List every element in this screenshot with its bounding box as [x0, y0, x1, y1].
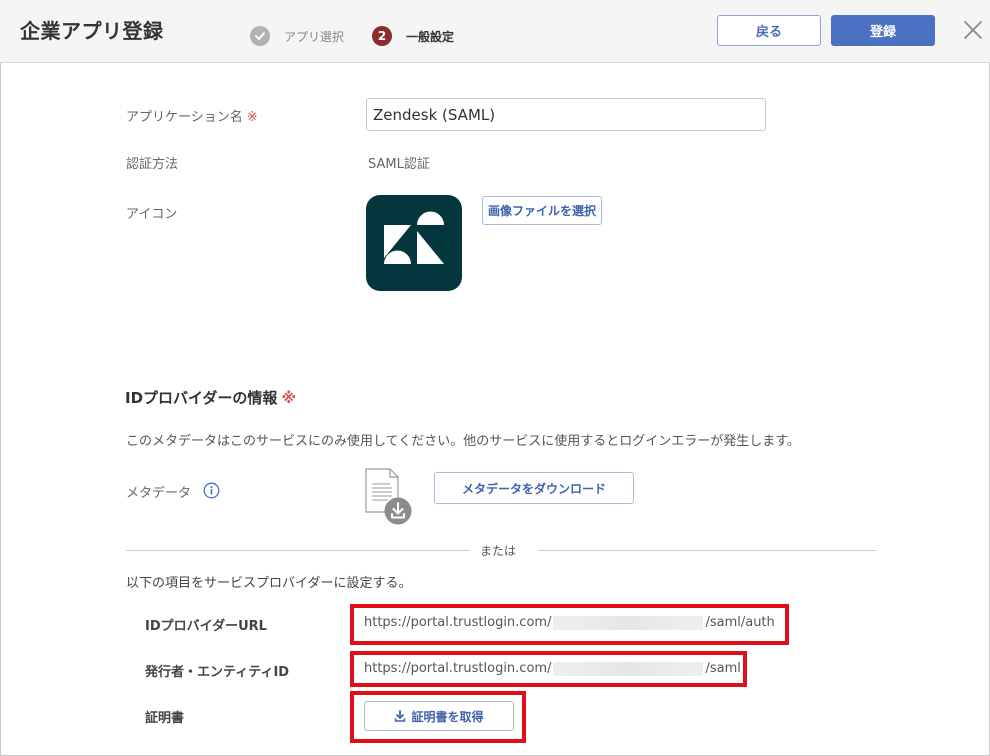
- metadata-label: メタデータ: [126, 486, 192, 501]
- register-button[interactable]: 登録: [831, 15, 935, 46]
- close-icon[interactable]: [961, 18, 985, 42]
- highlight-box: [350, 651, 747, 687]
- info-icon[interactable]: [203, 482, 220, 499]
- idp-section-title: IDプロバイダーの情報 ※: [125, 387, 296, 408]
- step-label: 一般設定: [406, 29, 455, 44]
- download-metadata-button[interactable]: メタデータをダウンロード: [434, 472, 634, 504]
- check-icon: [250, 26, 270, 46]
- sp-settings-subtitle: 以下の項目をサービスプロバイダーに設定する。: [126, 576, 412, 591]
- idp-description: このメタデータはこのサービスにのみ使用してください。他のサービスに使用するとログ…: [126, 434, 800, 449]
- back-button[interactable]: 戻る: [717, 15, 821, 46]
- certificate-label: 証明書: [145, 711, 185, 726]
- step-number: 2: [372, 26, 392, 46]
- or-label: または: [480, 544, 517, 558]
- divider: [126, 550, 470, 551]
- app-name-label-text: アプリケーション名: [126, 110, 243, 125]
- app-name-label: アプリケーション名 ※: [126, 106, 258, 125]
- step-app-select: アプリ選択: [250, 26, 344, 46]
- icon-label: アイコン: [126, 207, 178, 222]
- highlight-box: [350, 604, 789, 645]
- idp-section-title-text: IDプロバイダーの情報: [125, 389, 278, 407]
- document-download-icon: [362, 468, 414, 526]
- required-mark: ※: [281, 389, 297, 407]
- app-name-input[interactable]: [366, 98, 766, 131]
- auth-method-label: 認証方法: [126, 157, 179, 172]
- divider: [538, 550, 876, 551]
- highlight-box: [350, 691, 526, 743]
- zendesk-logo-icon: [366, 195, 462, 291]
- auth-method-value: SAML認証: [368, 157, 430, 172]
- step-general-settings: 2 一般設定: [372, 26, 454, 46]
- issuer-label: 発行者・エンティティID: [145, 665, 290, 680]
- required-mark: ※: [246, 110, 258, 125]
- dialog-header: 企業アプリ登録 アプリ選択 2 一般設定 戻る 登録: [0, 0, 990, 63]
- step-label: アプリ選択: [284, 29, 345, 44]
- page-title: 企業アプリ登録: [20, 19, 164, 43]
- choose-image-button[interactable]: 画像ファイルを選択: [482, 196, 602, 225]
- idp-url-label: IDプロバイダーURL: [145, 619, 267, 634]
